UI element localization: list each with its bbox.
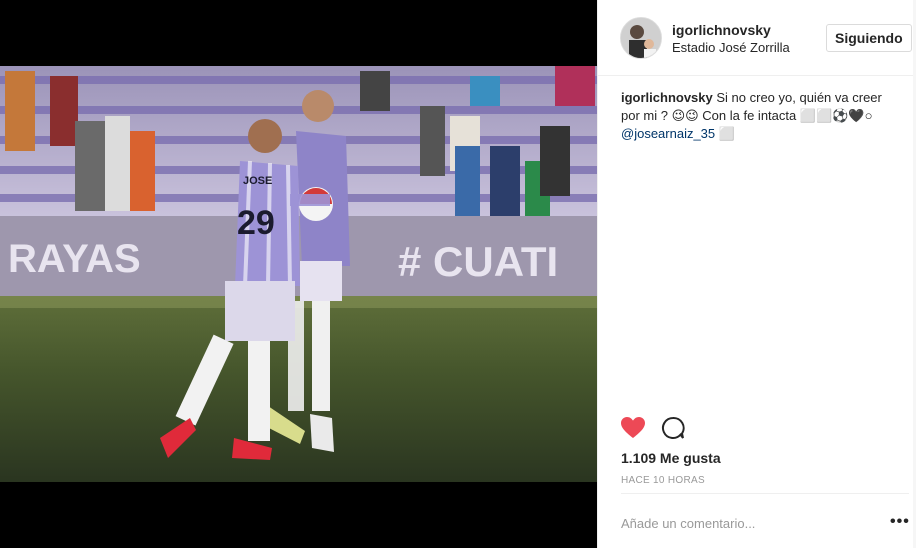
photo-illustration: RAYAS # CUATI 29 JOSE: [0, 66, 597, 482]
heart-icon[interactable]: [620, 416, 646, 440]
divider: [621, 493, 909, 494]
avatar-image: [621, 18, 661, 58]
post-username[interactable]: igorlichnovsky: [672, 22, 771, 38]
post-sidebar: igorlichnovsky Estadio José Zorrilla Sig…: [597, 0, 916, 548]
player-number: 29: [237, 204, 275, 242]
avatar[interactable]: [620, 17, 662, 59]
comment-input[interactable]: [621, 508, 871, 538]
caption-mention[interactable]: @josearnaiz_35: [621, 126, 715, 141]
following-button[interactable]: Siguiendo: [826, 24, 912, 52]
more-options-icon[interactable]: •••: [890, 514, 910, 530]
like-count[interactable]: 1.109 Me gusta: [621, 450, 721, 466]
post-photo[interactable]: RAYAS # CUATI 29 JOSE: [0, 66, 597, 482]
caption-username[interactable]: igorlichnovsky: [621, 90, 713, 105]
post-caption: igorlichnovsky Si no creo yo, quién va c…: [621, 89, 893, 143]
post-header: igorlichnovsky Estadio José Zorrilla Sig…: [598, 0, 916, 76]
post-timestamp[interactable]: HACE 10 HORAS: [621, 475, 705, 486]
caption-tail: ⬜: [718, 126, 735, 141]
comment-icon[interactable]: [661, 416, 685, 440]
banner-right-text: # CUATI: [398, 238, 558, 285]
post-actions: [598, 404, 916, 450]
banner-left-text: RAYAS: [8, 237, 141, 281]
post-location[interactable]: Estadio José Zorrilla: [672, 40, 790, 55]
player-name: JOSE: [243, 175, 272, 187]
post-media: RAYAS # CUATI 29 JOSE: [0, 0, 597, 548]
